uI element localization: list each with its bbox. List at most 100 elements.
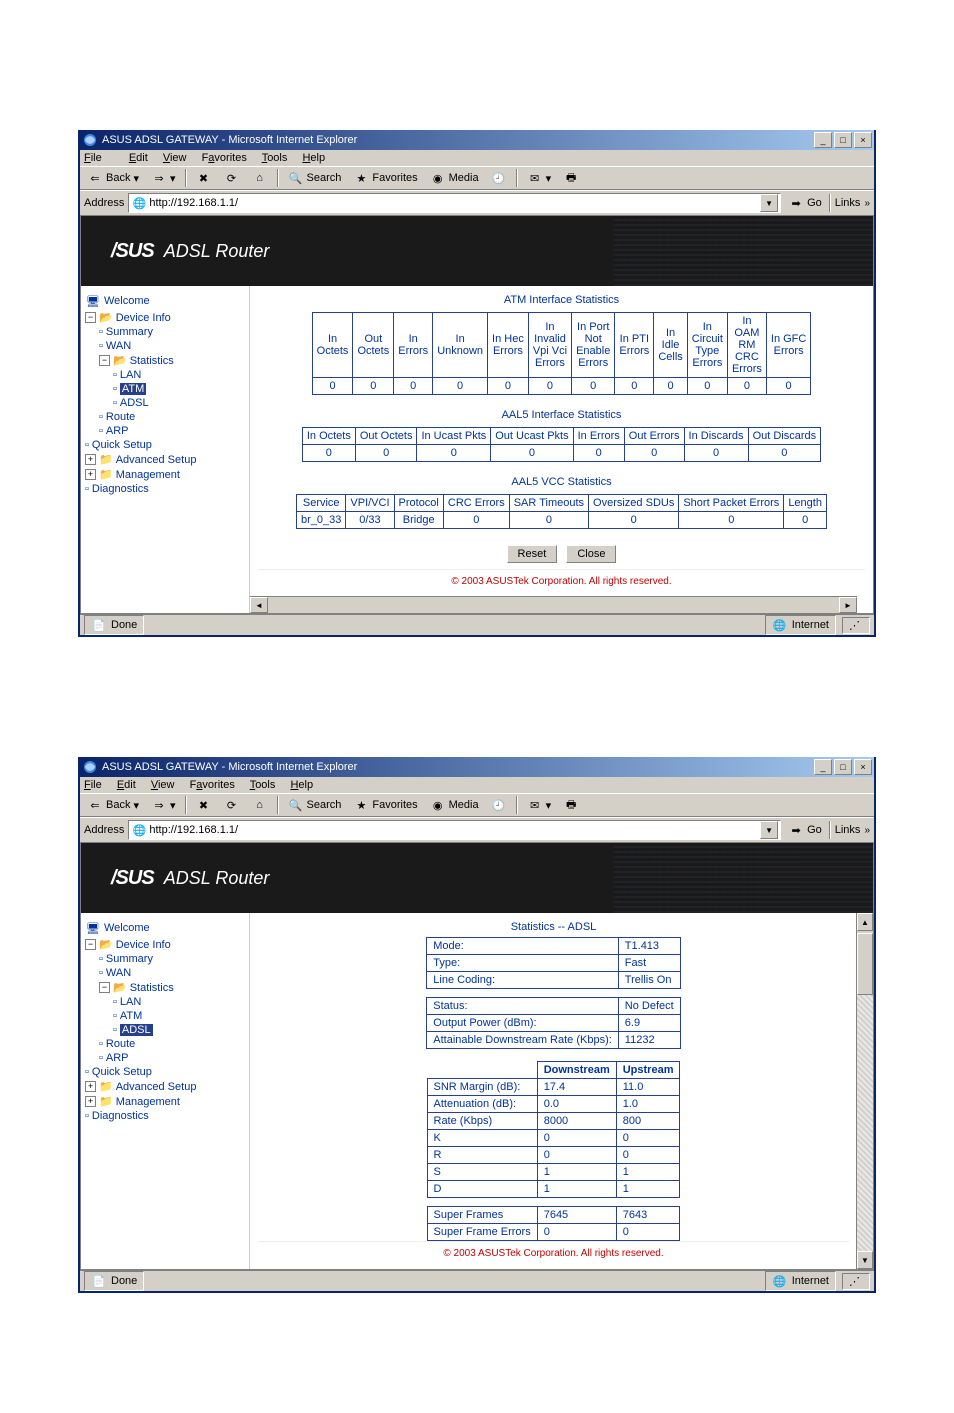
menu-file[interactable]: File [84,779,102,791]
scroll-right-icon[interactable]: ► [839,597,857,613]
nav-stat-adsl[interactable]: ▫ADSL [85,1023,245,1037]
stop-button[interactable]: ✖ [193,169,215,187]
nav-management[interactable]: +📁Management [85,1094,245,1109]
nav-diagnostics[interactable]: ▫Diagnostics [85,1109,245,1123]
address-input[interactable] [147,823,760,837]
resize-grip[interactable]: ⋰ [842,617,870,634]
links-label[interactable]: Links [835,197,861,209]
close-button[interactable]: × [854,132,872,148]
horizontal-scrollbar[interactable]: ◄ ► [250,596,857,613]
history-button[interactable]: 🕘 [488,796,510,814]
scroll-down-icon[interactable]: ▼ [857,1251,873,1269]
mail-button[interactable]: ✉▾ [524,169,555,187]
favorites-button[interactable]: ★Favorites [350,169,420,187]
minimize-button[interactable]: _ [814,132,832,148]
favorites-button[interactable]: ★Favorites [350,796,420,814]
address-input[interactable] [147,196,760,210]
refresh-button[interactable]: ⟳ [221,169,243,187]
menu-view[interactable]: View [163,152,187,164]
expand-icon[interactable]: + [85,1096,96,1107]
scroll-thumb[interactable] [857,933,873,995]
collapse-icon[interactable]: − [85,312,96,323]
minimize-button[interactable]: _ [814,759,832,775]
refresh-button[interactable]: ⟳ [221,796,243,814]
print-button[interactable]: 🖶 [560,796,582,814]
close-page-button[interactable]: Close [566,545,616,563]
close-button[interactable]: × [854,759,872,775]
expand-icon[interactable]: + [85,469,96,480]
menu-edit[interactable]: Edit [129,152,148,164]
nav-stat-lan[interactable]: ▫LAN [85,995,245,1009]
menu-tools[interactable]: Tools [262,152,288,164]
nav-wan[interactable]: ▫WAN [85,966,245,980]
nav-advanced-setup[interactable]: +📁Advanced Setup [85,1079,245,1094]
menu-help[interactable]: Help [290,779,313,791]
back-button[interactable]: ⇐Back ▾ [84,796,142,814]
forward-button[interactable]: ⇒▾ [148,169,179,187]
media-button[interactable]: ◉Media [427,796,482,814]
back-button[interactable]: ⇐Back ▾ [84,169,142,187]
nav-welcome[interactable]: 🖥Welcome [85,919,245,937]
col-header: Out Ucast Pkts [491,428,573,445]
links-label[interactable]: Links [835,824,861,836]
collapse-icon[interactable]: − [99,982,110,993]
menu-favorites[interactable]: Favorites [190,779,235,791]
stop-button[interactable]: ✖ [193,796,215,814]
nav-route[interactable]: ▫Route [85,1037,245,1051]
nav-welcome[interactable]: 🖥Welcome [85,292,245,310]
maximize-button[interactable]: □ [834,759,852,775]
home-button[interactable]: ⌂ [249,796,271,814]
vertical-scrollbar[interactable]: ▲ ▼ [856,913,873,1269]
scroll-left-icon[interactable]: ◄ [250,597,268,613]
scroll-up-icon[interactable]: ▲ [857,913,873,931]
address-dropdown[interactable]: ▼ [760,194,778,212]
page-icon: ▫ [113,1010,117,1022]
address-field[interactable]: 🌐 ▼ [128,820,781,840]
nav-stat-atm[interactable]: ▫ATM [85,1009,245,1023]
nav-stat-lan[interactable]: ▫LAN [85,368,245,382]
menu-favorites[interactable]: Favorites [202,152,247,164]
menu-help[interactable]: Help [302,152,325,164]
nav-advanced-setup[interactable]: +📁Advanced Setup [85,452,245,467]
go-button[interactable]: ➡Go [785,194,825,212]
nav-statistics[interactable]: −📂Statistics [85,980,245,995]
nav-arp[interactable]: ▫ARP [85,424,245,438]
print-button[interactable]: 🖶 [560,169,582,187]
nav-route[interactable]: ▫Route [85,410,245,424]
nav-diagnostics[interactable]: ▫Diagnostics [85,482,245,496]
address-dropdown[interactable]: ▼ [760,821,778,839]
nav-summary[interactable]: ▫Summary [85,325,245,339]
menu-file[interactable]: File [84,152,114,164]
menu-view[interactable]: View [151,779,175,791]
resize-grip[interactable]: ⋰ [842,1273,870,1290]
nav-quick-setup[interactable]: ▫Quick Setup [85,1065,245,1079]
forward-button[interactable]: ⇒▾ [148,796,179,814]
go-button[interactable]: ➡Go [785,821,825,839]
nav-device-info[interactable]: −📂Device Info [85,310,245,325]
collapse-icon[interactable]: − [99,355,110,366]
search-button[interactable]: 🔍Search [285,169,345,187]
collapse-icon[interactable]: − [85,939,96,950]
value: 0 [616,1224,680,1241]
expand-icon[interactable]: + [85,1081,96,1092]
history-button[interactable]: 🕘 [488,169,510,187]
search-button[interactable]: 🔍Search [285,796,345,814]
address-field[interactable]: 🌐 ▼ [128,193,781,213]
media-button[interactable]: ◉Media [427,169,482,187]
home-button[interactable]: ⌂ [249,169,271,187]
nav-stat-atm[interactable]: ▫ATM [85,382,245,396]
menu-edit[interactable]: Edit [117,779,136,791]
nav-stat-adsl[interactable]: ▫ADSL [85,396,245,410]
nav-arp[interactable]: ▫ARP [85,1051,245,1065]
nav-summary[interactable]: ▫Summary [85,952,245,966]
reset-button[interactable]: Reset [507,545,558,563]
nav-statistics[interactable]: −📂Statistics [85,353,245,368]
menu-tools[interactable]: Tools [250,779,276,791]
nav-wan[interactable]: ▫WAN [85,339,245,353]
nav-device-info[interactable]: −📂Device Info [85,937,245,952]
maximize-button[interactable]: □ [834,132,852,148]
nav-management[interactable]: +📁Management [85,467,245,482]
mail-button[interactable]: ✉▾ [524,796,555,814]
expand-icon[interactable]: + [85,454,96,465]
nav-quick-setup[interactable]: ▫Quick Setup [85,438,245,452]
